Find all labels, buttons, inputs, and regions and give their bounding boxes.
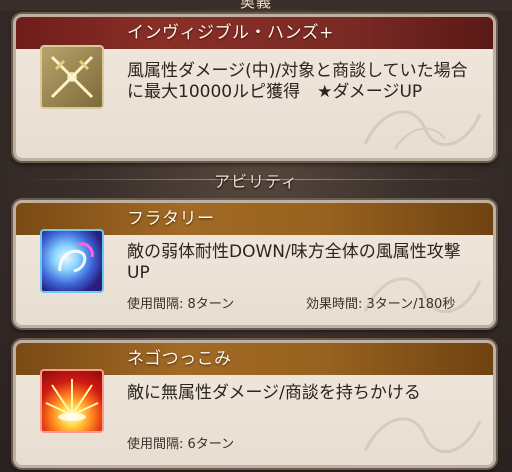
burst-skill-icon bbox=[40, 369, 104, 433]
decorative-swirl bbox=[363, 277, 482, 314]
section-header-ougi: 奥義 bbox=[0, 0, 512, 11]
decorative-swirl bbox=[363, 110, 482, 150]
ability-card-negotsukkomi[interactable]: ネゴつっこみ 敵に無属性ダメージ/商談を持ちかける 使用間隔: 6ターン bbox=[13, 340, 496, 468]
crossed-swords-icon bbox=[40, 45, 104, 109]
ability-section-divider: アビリティ bbox=[0, 168, 512, 191]
ability-cooldown: 使用間隔: 8ターン bbox=[127, 297, 235, 312]
section-label: 奥義 bbox=[239, 0, 272, 11]
decorative-swirl bbox=[363, 417, 482, 454]
ability-cooldown: 使用間隔: 6ターン bbox=[127, 437, 235, 452]
fluttery-skill-icon bbox=[40, 229, 104, 293]
ougi-card[interactable]: インヴィジブル・ハンズ+ 風属性ダメージ(中)/対象と商談していた場合に最大10… bbox=[13, 14, 496, 161]
ability-section-label: アビリティ bbox=[213, 172, 299, 191]
ability-card-fluttery[interactable]: フラタリー 敵の弱体耐性DOWN/味方全体の風属性攻撃UP 使用間隔: 8ターン… bbox=[13, 200, 496, 328]
